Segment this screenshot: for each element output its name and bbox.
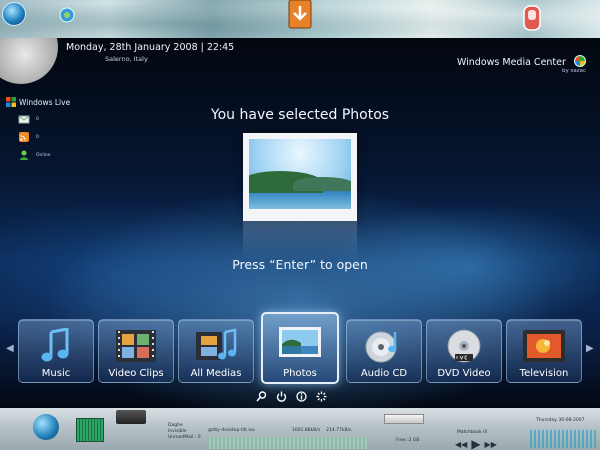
open-hint: Press “Enter” to open: [232, 257, 368, 272]
gadget-icon[interactable]: [520, 4, 544, 32]
photo-preview-image: [249, 139, 351, 209]
transport-controls: [256, 391, 327, 402]
media-tile-label: Music: [41, 368, 71, 379]
photo-preview[interactable]: [243, 133, 357, 221]
moon-decoration: [0, 38, 58, 84]
track-name: Matchbook III: [457, 430, 488, 435]
upload-speed: 214.77kB/s: [326, 428, 352, 433]
desktop-top-strip: [0, 0, 600, 38]
media-center-window: Monday, 28th January 2008 | 22:45 Salern…: [0, 38, 600, 408]
free-space: Free: 2 GB: [396, 438, 420, 443]
media-tile-label: DVD Video: [437, 368, 491, 379]
media-tile-video-clips[interactable]: Video Clips: [98, 319, 174, 383]
preview-hill-far: [293, 176, 351, 191]
download-speed: 1601.88kB/s: [292, 428, 321, 433]
brand-logo: Windows Media Center by sazac: [457, 50, 586, 74]
location-label: Salerno, Italy: [105, 55, 148, 63]
transfer-speeds: 1601.88kB/s 214.77kB/s: [292, 428, 351, 433]
photo-preview-reflection: [243, 221, 357, 261]
rewind-icon[interactable]: ◀◀: [455, 440, 467, 449]
scroll-right-arrow-icon[interactable]: ▶: [586, 343, 594, 354]
media-tile-dvd-video[interactable]: DVD Video: [426, 319, 502, 383]
photo-icon: [279, 327, 321, 357]
media-tile-label: Audio CD: [360, 368, 408, 379]
all-media-icon: [196, 328, 237, 360]
globe-icon[interactable]: [33, 414, 59, 440]
loading-icon[interactable]: [316, 391, 327, 402]
contact-status: Online: [36, 153, 51, 158]
windows-flag-icon: [6, 97, 16, 107]
music-note-icon: [41, 328, 69, 362]
contact-icon: [19, 150, 29, 160]
forward-icon[interactable]: ▶▶: [485, 440, 497, 449]
drive-gadget[interactable]: [384, 414, 424, 424]
windows-live-title[interactable]: Windows Live: [6, 97, 70, 107]
brand-name: Windows Media Center: [456, 57, 566, 68]
power-icon[interactable]: [276, 391, 287, 402]
windows-live-label: Windows Live: [19, 97, 71, 107]
rss-icon: [19, 132, 29, 142]
start-orb-icon[interactable]: [2, 2, 26, 26]
download-file-name: gotty-desktop-tilt.iso: [208, 428, 255, 433]
desktop-bottom-bar: Daghe Invisible UnreadMail : 0 gotty-des…: [0, 408, 600, 450]
scroll-left-arrow-icon[interactable]: ◀: [6, 343, 14, 354]
media-tile-music[interactable]: Music: [18, 319, 94, 383]
media-tile-television[interactable]: Television: [506, 319, 582, 383]
media-tile-label: Photos: [283, 368, 317, 379]
selected-heading: You have selected Photos: [210, 107, 390, 123]
media-tile-label: Video Clips: [108, 368, 164, 379]
settings-wrench-icon[interactable]: [256, 391, 267, 402]
unread-mail: UnreadMail : 0: [168, 435, 201, 440]
media-tile-label: Television: [519, 368, 569, 379]
media-center-logo-icon: [574, 54, 586, 67]
windows-live-contact-row[interactable]: Online: [18, 150, 70, 161]
info-icon[interactable]: [296, 391, 307, 402]
speaker-gadget[interactable]: [116, 410, 146, 424]
media-tile-audio-cd[interactable]: Audio CD: [346, 319, 422, 383]
player-controls: ◀◀ ▶ ▶▶: [455, 437, 497, 450]
play-icon[interactable]: ▶: [471, 437, 480, 450]
download-arrow-icon[interactable]: [287, 0, 313, 30]
media-tile-photos[interactable]: Photos: [261, 312, 339, 384]
media-tile-all-medias[interactable]: All Medias: [178, 319, 254, 383]
television-icon: [523, 330, 565, 362]
film-strip-icon: [116, 330, 156, 362]
spectrum-visualizer: [530, 430, 596, 448]
messenger-status: Daghe Invisible UnreadMail : 0: [168, 423, 201, 441]
equalizer-gadget[interactable]: [76, 418, 104, 442]
windows-live-rss-row[interactable]: 0: [18, 132, 70, 143]
date-time: Monday, 28th January 2008 | 22:45: [66, 42, 235, 53]
network-graph: [207, 437, 367, 449]
rss-count: 0: [36, 135, 39, 140]
brand-sub: by sazac: [561, 68, 586, 74]
audio-cd-icon: [365, 331, 397, 363]
messenger-icon[interactable]: [58, 6, 76, 28]
dvd-icon: [447, 329, 481, 363]
date-display: Thursday 30-08-2007: [536, 418, 585, 423]
media-tile-label: All Medias: [190, 368, 242, 379]
media-strip: Music Video Clips All Medias Photos Audi…: [18, 312, 582, 385]
